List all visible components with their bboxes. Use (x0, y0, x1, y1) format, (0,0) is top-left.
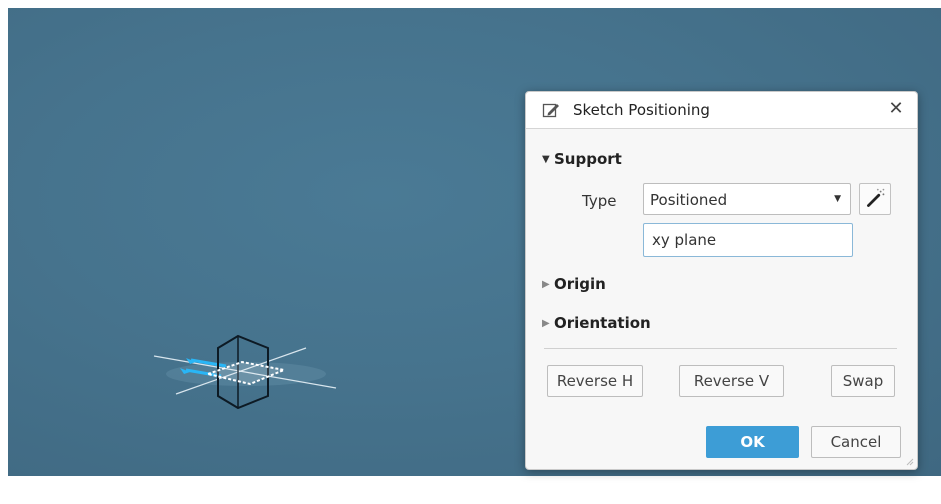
origin-section-header[interactable]: ▶ Origin (542, 275, 606, 293)
resize-grip-icon[interactable] (906, 458, 914, 466)
support-reference-input[interactable] (643, 223, 853, 257)
origin-label: Origin (554, 275, 606, 293)
orientation-section-header[interactable]: ▶ Orientation (542, 314, 651, 332)
orientation-label: Orientation (554, 314, 651, 332)
sketch-edit-icon (542, 103, 559, 118)
type-label: Type (582, 192, 617, 210)
dialog-titlebar[interactable]: Sketch Positioning ✕ (526, 92, 917, 129)
support-section-header[interactable]: ▼ Support (542, 150, 622, 168)
section-divider (544, 348, 897, 349)
magic-wand-button[interactable] (859, 183, 891, 215)
collapse-triangle-icon: ▶ (542, 318, 550, 329)
collapse-triangle-icon: ▶ (542, 279, 550, 290)
ok-button[interactable]: OK (706, 426, 799, 458)
type-select[interactable]: Positioned ▼ (643, 183, 851, 215)
support-label: Support (554, 150, 622, 168)
close-icon[interactable]: ✕ (885, 98, 907, 120)
cancel-button[interactable]: Cancel (811, 426, 901, 458)
dialog-title: Sketch Positioning (573, 101, 710, 119)
reverse-v-button[interactable]: Reverse V (679, 365, 784, 397)
swap-button[interactable]: Swap (831, 365, 895, 397)
sketch-plane-gizmo[interactable] (146, 326, 346, 426)
magic-wand-icon (867, 188, 885, 207)
reverse-h-button[interactable]: Reverse H (547, 365, 643, 397)
type-select-value: Positioned (650, 191, 728, 209)
expand-triangle-icon: ▼ (542, 154, 550, 165)
dropdown-arrow-icon: ▼ (834, 194, 841, 204)
sketch-positioning-dialog: Sketch Positioning ✕ ▼ Support Type Posit… (525, 91, 918, 470)
